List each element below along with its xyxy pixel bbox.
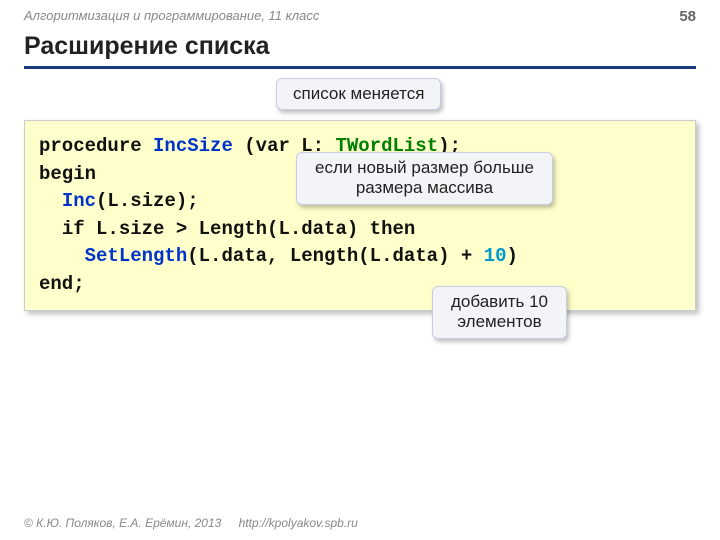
callout-text: если новый размер больше xyxy=(315,158,534,177)
callout-text: добавить 10 xyxy=(451,292,548,311)
callout-if-bigger: если новый размер больше размера массива xyxy=(296,152,553,205)
code-block: procedure IncSize (var L: TWordList); be… xyxy=(24,120,696,311)
callout-text: элементов xyxy=(457,312,541,331)
callout-add-ten: добавить 10 элементов xyxy=(432,286,567,339)
code-line: end; xyxy=(39,271,681,299)
footer-url: http://kpolyakov.spb.ru xyxy=(239,516,358,530)
page-title: Расширение списка xyxy=(24,32,270,61)
callout-text: размера массива xyxy=(356,178,493,197)
footer-copyright: © К.Ю. Поляков, Е.А. Ерёмин, 2013 xyxy=(24,516,221,530)
callout-list-changes: список меняется xyxy=(276,78,441,110)
breadcrumb: Алгоритмизация и программирование, 11 кл… xyxy=(24,8,319,23)
code-line: if L.size > Length(L.data) then xyxy=(39,216,681,244)
code-line: SetLength(L.data, Length(L.data) + 10) xyxy=(39,243,681,271)
page-number: 58 xyxy=(679,8,696,25)
callout-text: список меняется xyxy=(293,84,424,103)
title-underline xyxy=(24,66,696,69)
footer: © К.Ю. Поляков, Е.А. Ерёмин, 2013 http:/… xyxy=(24,516,358,530)
